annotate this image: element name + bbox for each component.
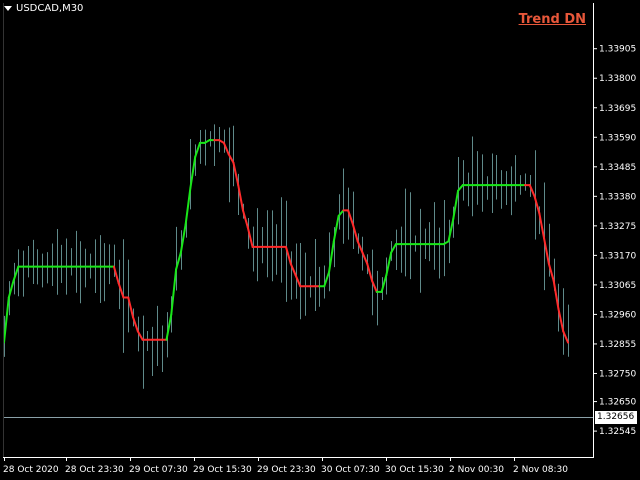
trend-segment [385,251,393,277]
trend-segment [232,161,240,187]
price-tick-label: 1.32960 [599,310,636,320]
price-tick-label: 1.33800 [599,74,636,84]
time-tick-label: 29 Oct 07:30 [129,465,188,475]
trend-status-label: Trend DN [518,12,586,27]
price-chart[interactable]: 1.33905 1.33800 1.33695 1.33590 1.33485 1.333… [0,0,640,480]
price-tick-label: 1.33485 [599,163,636,173]
time-tick-label: 30 Oct 15:30 [385,465,444,475]
current-price-tag: 1.32656 [595,411,637,424]
time-tick-label: 29 Oct 23:30 [257,465,316,475]
price-tick-label: 1.32545 [599,427,636,437]
time-tick-label: 28 Oct 2020 [3,465,59,475]
symbol-header[interactable]: USDCAD,M30 [4,3,83,14]
time-scale: 28 Oct 2020 28 Oct 23:30 29 Oct 07:30 29 Oc… [3,457,568,475]
price-tick-label: 1.33695 [599,104,636,114]
time-tick-label: 28 Oct 23:30 [65,465,124,475]
price-tick-label: 1.32650 [599,398,636,408]
price-tick-label: 1.32750 [599,369,636,379]
price-tick-label: 1.32855 [599,340,636,350]
symbol-label: USDCAD,M30 [16,3,84,14]
time-tick-label: 2 Nov 00:30 [449,465,504,475]
price-tick-label: 1.33065 [599,281,636,291]
trend-segment [361,251,369,265]
trend-segment [552,279,560,310]
price-tick-label: 1.33905 [599,45,636,55]
chart-axes [3,3,594,458]
time-tick-label: 29 Oct 15:30 [193,465,252,475]
trend-segment [538,212,546,240]
price-scale: 1.33905 1.33800 1.33695 1.33590 1.33485 1.333… [593,45,636,437]
price-tick-label: 1.33380 [599,192,636,202]
price-tick-label: 1.33170 [599,251,636,261]
price-tick-label: 1.33275 [599,222,636,232]
time-tick-label: 2 Nov 08:30 [513,465,568,475]
trend-segment [170,268,178,316]
trend-segment [557,307,565,333]
time-tick-label: 30 Oct 07:30 [321,465,380,475]
price-tick-label: 1.33590 [599,133,636,143]
dropdown-triangle-icon[interactable] [4,6,12,11]
trend-segment [241,209,249,229]
trend-segment [452,189,460,220]
price-bars [4,124,569,389]
trend-segment [189,155,197,189]
trend-segment [184,186,192,226]
